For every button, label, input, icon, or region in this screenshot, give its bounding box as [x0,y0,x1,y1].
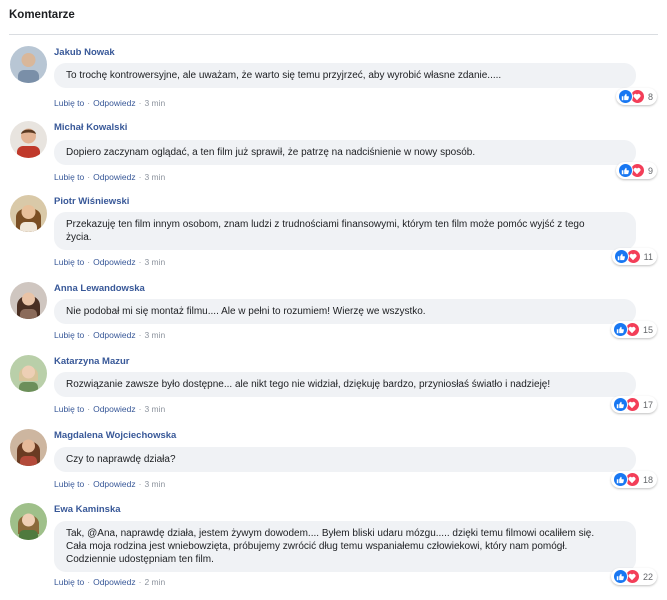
reaction-count: 8 [647,91,653,102]
comment-time: 3 min [144,98,166,108]
like-reaction-icon [613,249,629,264]
reaction-count: 22 [642,571,653,582]
reactions-badge[interactable]: 15 [610,321,657,338]
separator: · [87,330,91,340]
comment-author[interactable]: Michał Kowalski [54,122,127,133]
comment-text: Czy to naprawdę działa? [54,447,636,472]
separator: · [138,479,142,489]
comments-header: Komentarze [9,9,75,21]
comment-text: Tak, @Ana, naprawdę działa, jestem żywym… [54,521,636,572]
avatar[interactable] [10,355,47,392]
like-link[interactable]: Lubię to [54,577,84,587]
comment-actions: Lubię to · Odpowiedz · 2 min [54,577,165,587]
like-link[interactable]: Lubię to [54,404,84,414]
like-link[interactable]: Lubię to [54,172,84,182]
comment-time: 3 min [144,479,166,489]
comment-author[interactable]: Ewa Kaminska [54,504,121,515]
like-link[interactable]: Lubię to [54,479,84,489]
header-divider [9,34,658,35]
separator: · [138,330,142,340]
reply-link[interactable]: Odpowiedz [93,330,136,340]
like-reaction-icon [612,569,628,584]
separator: · [87,577,91,587]
separator: · [138,257,142,267]
comment-actions: Lubię to · Odpowiedz · 3 min [54,98,165,108]
reactions-badge[interactable]: 9 [615,162,657,179]
reactions-badge[interactable]: 8 [615,88,657,105]
reactions-badge[interactable]: 22 [610,568,657,585]
comment-actions: Lubię to · Odpowiedz · 3 min [54,479,165,489]
comment-actions: Lubię to · Odpowiedz · 3 min [54,257,165,267]
reply-link[interactable]: Odpowiedz [93,98,136,108]
avatar[interactable] [10,503,47,540]
comment-author[interactable]: Magdalena Wojciechowska [54,430,176,441]
separator: · [138,98,142,108]
like-link[interactable]: Lubię to [54,330,84,340]
reactions-badge[interactable]: 11 [611,248,657,265]
like-link[interactable]: Lubię to [54,257,84,267]
like-link[interactable]: Lubię to [54,98,84,108]
comment-time: 3 min [144,404,166,414]
comment-time: 3 min [144,330,166,340]
comment-text: Dopiero zaczynam oglądać, a ten film już… [54,140,636,165]
avatar[interactable] [10,195,47,232]
reaction-count: 11 [643,251,653,262]
reaction-count: 17 [642,399,653,410]
avatar[interactable] [10,121,47,158]
reaction-count: 15 [642,324,653,335]
comment-time: 3 min [144,172,166,182]
comment-actions: Lubię to · Odpowiedz · 3 min [54,172,165,182]
like-reaction-icon [612,397,628,412]
reactions-badge[interactable]: 18 [610,471,657,488]
separator: · [87,172,91,182]
comment-time: 3 min [144,257,166,267]
reaction-count: 18 [642,474,653,485]
reply-link[interactable]: Odpowiedz [93,404,136,414]
reply-link[interactable]: Odpowiedz [93,172,136,182]
comment-author[interactable]: Katarzyna Mazur [54,356,130,367]
comment-text: Rozwiązanie zawsze było dostępne... ale … [54,372,636,397]
comment-text: Przekazuję ten film innym osobom, znam l… [54,212,636,250]
reply-link[interactable]: Odpowiedz [93,577,136,587]
separator: · [87,98,91,108]
comment-author[interactable]: Anna Lewandowska [54,283,145,294]
comment-time: 2 min [144,577,166,587]
reaction-count: 9 [647,165,653,176]
like-reaction-icon [617,163,633,178]
avatar[interactable] [10,429,47,466]
reply-link[interactable]: Odpowiedz [93,479,136,489]
separator: · [87,257,91,267]
like-reaction-icon [617,89,633,104]
separator: · [138,172,142,182]
comment-author[interactable]: Jakub Nowak [54,47,115,58]
avatar[interactable] [10,282,47,319]
comment-actions: Lubię to · Odpowiedz · 3 min [54,404,165,414]
comment-text: Nie podobał mi się montaż filmu.... Ale … [54,299,636,324]
like-reaction-icon [612,472,628,487]
separator: · [138,577,142,587]
reply-link[interactable]: Odpowiedz [93,257,136,267]
comment-author[interactable]: Piotr Wiśniewski [54,196,129,207]
avatar[interactable] [10,46,47,83]
separator: · [87,479,91,489]
separator: · [87,404,91,414]
reactions-badge[interactable]: 17 [610,396,657,413]
comment-text: To trochę kontrowersyjne, ale uważam, że… [54,63,636,88]
separator: · [138,404,142,414]
like-reaction-icon [612,322,628,337]
comment-actions: Lubię to · Odpowiedz · 3 min [54,330,165,340]
